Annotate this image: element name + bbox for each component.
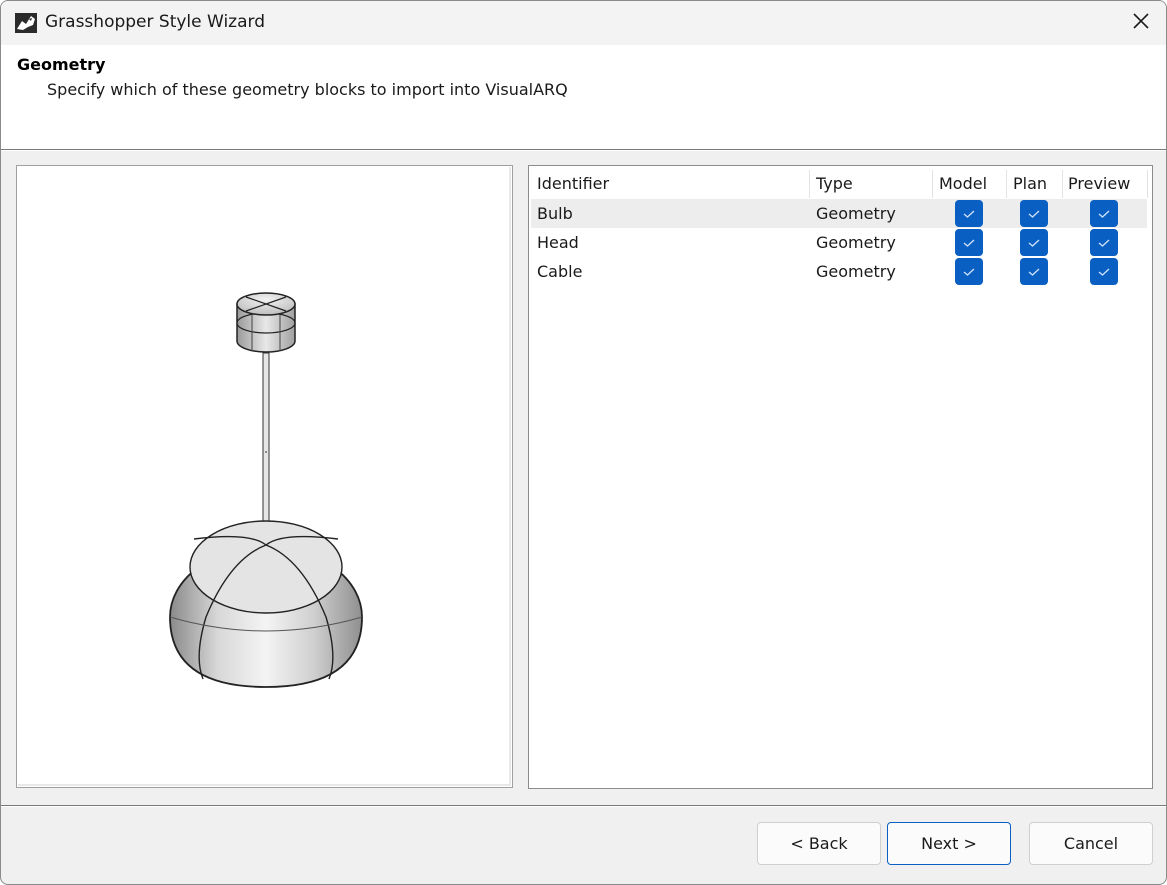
model-checkbox[interactable]	[955, 258, 983, 285]
title-bar: Grasshopper Style Wizard	[1, 1, 1166, 45]
column-header-preview[interactable]: Preview	[1068, 170, 1130, 198]
model-checkbox[interactable]	[955, 229, 983, 256]
cell-identifier: Bulb	[537, 204, 573, 223]
cancel-button[interactable]: Cancel	[1029, 822, 1153, 865]
column-divider	[809, 170, 810, 198]
preview-checkbox[interactable]	[1090, 200, 1118, 227]
back-button[interactable]: < Back	[757, 822, 881, 865]
cell-type: Geometry	[816, 262, 896, 281]
window-title: Grasshopper Style Wizard	[45, 12, 265, 32]
page-subtitle: Specify which of these geometry blocks t…	[47, 80, 568, 99]
close-icon	[1132, 12, 1150, 34]
checkmark-icon	[1028, 268, 1040, 276]
cell-type: Geometry	[816, 204, 896, 223]
checkmark-icon	[963, 210, 975, 218]
checkmark-icon	[1028, 210, 1040, 218]
checkmark-icon	[963, 239, 975, 247]
close-button[interactable]	[1119, 5, 1163, 41]
footer-divider-highlight	[1, 806, 1166, 807]
checkmark-icon	[963, 268, 975, 276]
model-checkbox[interactable]	[955, 200, 983, 227]
plan-checkbox[interactable]	[1020, 229, 1048, 256]
plan-checkbox[interactable]	[1020, 200, 1048, 227]
column-divider	[932, 170, 933, 198]
lamp-preview-render	[169, 292, 363, 688]
table-row[interactable]: Head Geometry	[531, 228, 1147, 257]
column-header-plan[interactable]: Plan	[1013, 170, 1047, 198]
preview-frame	[18, 167, 511, 786]
checkmark-icon	[1028, 239, 1040, 247]
column-header-type[interactable]: Type	[816, 170, 853, 198]
page-title: Geometry	[17, 55, 106, 74]
cell-identifier: Cable	[537, 262, 583, 281]
wizard-window: Grasshopper Style Wizard Geometry Specif…	[0, 0, 1167, 885]
column-header-identifier[interactable]: Identifier	[537, 170, 609, 198]
header-divider-highlight	[1, 150, 1166, 151]
column-divider	[1006, 170, 1007, 198]
geometry-blocks-table[interactable]: Identifier Type Model Plan Preview Bulb …	[528, 165, 1153, 789]
next-button[interactable]: Next >	[887, 822, 1011, 865]
geometry-preview-viewport[interactable]	[16, 165, 513, 788]
table-row[interactable]: Bulb Geometry	[531, 199, 1147, 228]
preview-checkbox[interactable]	[1090, 229, 1118, 256]
checkmark-icon	[1098, 239, 1110, 247]
rhino-app-icon	[14, 12, 38, 34]
plan-checkbox[interactable]	[1020, 258, 1048, 285]
column-divider	[1062, 170, 1063, 198]
cell-identifier: Head	[537, 233, 579, 252]
wizard-header: Geometry Specify which of these geometry…	[1, 45, 1166, 149]
column-header-model[interactable]: Model	[939, 170, 987, 198]
cell-type: Geometry	[816, 233, 896, 252]
preview-checkbox[interactable]	[1090, 258, 1118, 285]
checkmark-icon	[1098, 268, 1110, 276]
column-divider	[1147, 170, 1148, 198]
table-row[interactable]: Cable Geometry	[531, 257, 1147, 286]
checkmark-icon	[1098, 210, 1110, 218]
